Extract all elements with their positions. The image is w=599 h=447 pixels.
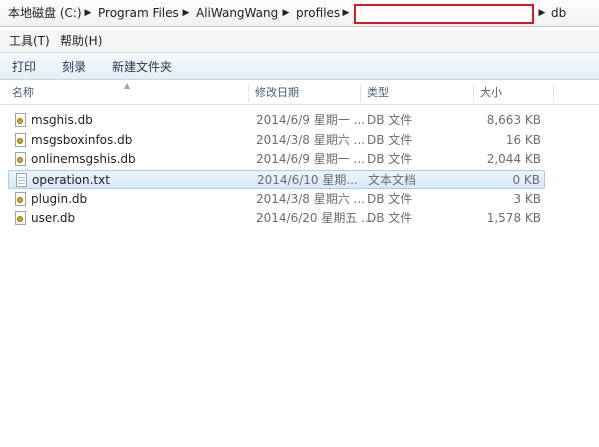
sort-ascending-icon: ▲ bbox=[124, 81, 131, 90]
menu-tools[interactable]: 工具(T) bbox=[9, 33, 50, 49]
column-size-header[interactable]: 大小 bbox=[480, 82, 502, 104]
file-name: onlinemsgshis.db bbox=[31, 152, 136, 166]
db-file-icon bbox=[15, 192, 26, 206]
print-button[interactable]: 打印 bbox=[12, 58, 36, 76]
file-date: 2014/6/10 星期... bbox=[257, 173, 358, 187]
file-size: 8,663 KB bbox=[486, 113, 541, 127]
breadcrumb-aliwangwang[interactable]: AliWangWang bbox=[196, 4, 278, 22]
toolbar: 打印 刻录 新建文件夹 bbox=[0, 52, 599, 80]
file-type: DB 文件 bbox=[367, 133, 413, 147]
file-row[interactable]: msghis.db 2014/6/9 星期一 ... DB 文件 8,663 K… bbox=[8, 111, 545, 130]
redacted-breadcrumb-box bbox=[354, 4, 534, 24]
file-name: plugin.db bbox=[31, 192, 88, 206]
column-divider[interactable] bbox=[553, 84, 554, 102]
column-divider[interactable] bbox=[360, 84, 361, 102]
file-row[interactable]: onlinemsgshis.db 2014/6/9 星期一 ... DB 文件 … bbox=[8, 150, 545, 169]
text-file-icon bbox=[16, 173, 27, 187]
new-folder-button[interactable]: 新建文件夹 bbox=[112, 58, 172, 76]
column-divider[interactable] bbox=[473, 84, 474, 102]
breadcrumb-db[interactable]: db bbox=[551, 4, 566, 22]
breadcrumb-program-files[interactable]: Program Files bbox=[98, 4, 179, 22]
burn-button[interactable]: 刻录 bbox=[62, 58, 86, 76]
file-row[interactable]: user.db 2014/6/20 星期五 ... DB 文件 1,578 KB bbox=[8, 209, 545, 228]
column-date-header[interactable]: 修改日期 bbox=[255, 82, 299, 104]
file-row[interactable]: msgsboxinfos.db 2014/3/8 星期六 ... DB 文件 1… bbox=[8, 131, 545, 150]
file-type: DB 文件 bbox=[367, 211, 413, 225]
column-header: 名称 修改日期 类型 大小 bbox=[0, 82, 599, 105]
file-size: 2,044 KB bbox=[486, 152, 541, 166]
file-size: 0 KB bbox=[512, 173, 540, 187]
breadcrumb-separator-icon[interactable]: ▶ bbox=[83, 4, 93, 22]
file-type: DB 文件 bbox=[367, 192, 413, 206]
file-type: 文本文档 bbox=[368, 173, 417, 187]
file-name: msgsboxinfos.db bbox=[31, 133, 133, 147]
breadcrumb-separator-icon[interactable]: ▶ bbox=[181, 4, 191, 22]
file-type: DB 文件 bbox=[367, 113, 413, 127]
breadcrumb-separator-icon[interactable]: ▶ bbox=[341, 4, 351, 22]
breadcrumb-profiles[interactable]: profiles bbox=[296, 4, 340, 22]
file-date: 2014/6/20 星期五 ... bbox=[256, 211, 373, 225]
column-divider[interactable] bbox=[248, 84, 249, 102]
file-size: 1,578 KB bbox=[486, 211, 541, 225]
db-file-icon bbox=[15, 211, 26, 225]
file-type: DB 文件 bbox=[367, 152, 413, 166]
file-date: 2014/6/9 星期一 ... bbox=[256, 113, 365, 127]
file-size: 3 KB bbox=[513, 192, 541, 206]
file-row[interactable]: plugin.db 2014/3/8 星期六 ... DB 文件 3 KB bbox=[8, 190, 545, 209]
breadcrumb-separator-icon[interactable]: ▶ bbox=[281, 4, 291, 22]
file-name: user.db bbox=[31, 211, 76, 225]
file-date: 2014/3/8 星期六 ... bbox=[256, 192, 365, 206]
db-file-icon bbox=[15, 133, 26, 147]
file-name: operation.txt bbox=[32, 173, 110, 187]
file-size: 16 KB bbox=[505, 133, 541, 147]
file-date: 2014/6/9 星期一 ... bbox=[256, 152, 365, 166]
breadcrumb-separator-icon[interactable]: ▶ bbox=[537, 4, 547, 22]
file-date: 2014/3/8 星期六 ... bbox=[256, 133, 365, 147]
db-file-icon bbox=[15, 113, 26, 127]
file-row-selected[interactable]: operation.txt 2014/6/10 星期... 文本文档 0 KB bbox=[8, 170, 545, 189]
column-name-header[interactable]: 名称 bbox=[12, 82, 34, 104]
file-name: msghis.db bbox=[31, 113, 93, 127]
breadcrumb-local-disk[interactable]: 本地磁盘 (C:) bbox=[8, 4, 82, 22]
column-type-header[interactable]: 类型 bbox=[367, 82, 389, 104]
menu-help[interactable]: 帮助(H) bbox=[60, 33, 102, 49]
menu-bar: 工具(T) 帮助(H) bbox=[0, 30, 599, 52]
db-file-icon bbox=[15, 152, 26, 166]
